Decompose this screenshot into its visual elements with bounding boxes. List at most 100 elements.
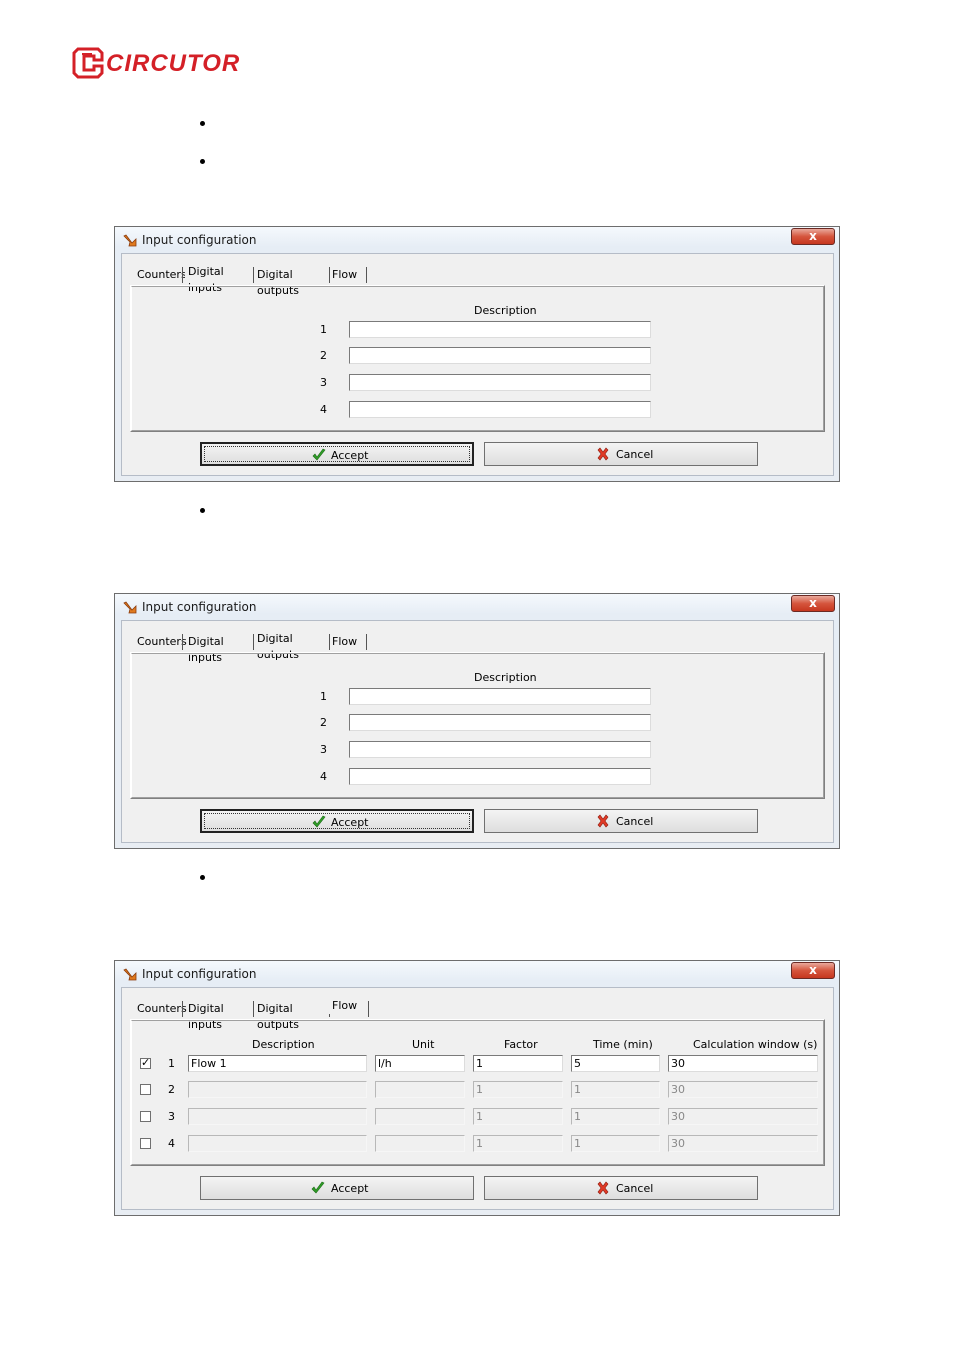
input-configuration-dialog: Input configuration x Counters Digital i… <box>114 593 840 849</box>
description-field[interactable] <box>349 401 651 418</box>
flow-factor-field[interactable]: 1 <box>473 1081 563 1098</box>
flow-unit-field[interactable] <box>375 1081 465 1098</box>
tab-digital-outputs[interactable]: Digital outputs <box>254 631 303 661</box>
flow-factor-field[interactable]: 1 <box>473 1108 563 1125</box>
flow-window-field[interactable]: 30 <box>668 1135 818 1152</box>
column-header-factor: Factor <box>504 1038 538 1051</box>
row-number: 2 <box>320 349 327 362</box>
title-bar: Input configuration x <box>115 961 839 987</box>
flow-enable-checkbox[interactable] <box>140 1138 151 1149</box>
logo-text: CIRCUTOR <box>106 50 241 77</box>
row-number: 1 <box>320 690 327 703</box>
accept-button[interactable]: Accept <box>200 1176 474 1200</box>
description-field[interactable] <box>349 374 651 391</box>
tab-separator <box>366 634 367 650</box>
tab-separator <box>368 1001 369 1017</box>
description-header: Description <box>474 671 537 684</box>
flow-factor-field[interactable]: 1 <box>473 1135 563 1152</box>
accept-label: Accept <box>331 1182 369 1195</box>
tab-separator <box>182 267 183 283</box>
dialog-body: Counters Digital inputs Digital outputs … <box>121 987 834 1210</box>
tab-panel: Description 1 2 3 4 <box>130 285 825 432</box>
window-title: Input configuration <box>142 233 257 247</box>
flow-unit-field[interactable] <box>375 1108 465 1125</box>
checkmark-icon <box>312 448 326 461</box>
close-icon: x <box>809 963 817 977</box>
cancel-label: Cancel <box>616 448 654 461</box>
tab-separator <box>182 634 183 650</box>
bullet <box>199 158 207 166</box>
description-field[interactable] <box>349 741 651 758</box>
flow-time-field[interactable]: 1 <box>571 1108 660 1125</box>
tab-digital-inputs[interactable]: Digital inputs <box>185 1001 227 1031</box>
column-header-description: Description <box>252 1038 315 1051</box>
accept-label: Accept <box>331 449 369 462</box>
tab-panel: Description 1 2 3 4 <box>130 652 825 799</box>
cancel-button[interactable]: Cancel <box>484 442 758 466</box>
accept-button[interactable]: Accept <box>200 442 474 466</box>
bullet <box>199 507 207 515</box>
row-number: 4 <box>168 1137 175 1150</box>
bullet <box>199 874 207 882</box>
flow-window-field[interactable]: 30 <box>668 1055 818 1072</box>
flow-time-field[interactable]: 5 <box>571 1055 660 1072</box>
tab-flow[interactable]: Flow <box>329 267 360 283</box>
window-title: Input configuration <box>142 600 257 614</box>
description-header: Description <box>474 304 537 317</box>
column-header-calculation-window: Calculation window (s) <box>693 1038 818 1051</box>
flow-description-field[interactable] <box>188 1135 367 1152</box>
tab-digital-outputs[interactable]: Digital outputs <box>254 267 302 297</box>
flow-enable-checkbox[interactable] <box>140 1084 151 1095</box>
checkmark-icon <box>311 1181 325 1194</box>
row-number: 4 <box>320 403 327 416</box>
tab-panel: Description Unit Factor Time (min) Calcu… <box>130 1019 825 1166</box>
description-field[interactable] <box>349 347 651 364</box>
flow-factor-field[interactable]: 1 <box>473 1055 563 1072</box>
cancel-x-icon <box>597 814 609 828</box>
flow-unit-field[interactable] <box>375 1135 465 1152</box>
flow-description-field[interactable]: Flow 1 <box>188 1055 367 1072</box>
title-bar: Input configuration x <box>115 227 839 253</box>
circutor-logo-icon <box>72 47 104 79</box>
tab-digital-outputs[interactable]: Digital outputs <box>254 1001 302 1031</box>
close-button[interactable]: x <box>791 228 835 245</box>
close-button[interactable]: x <box>791 595 835 612</box>
close-button[interactable]: x <box>791 962 835 979</box>
tab-flow[interactable]: Flow <box>329 634 360 650</box>
description-field[interactable] <box>349 688 651 705</box>
dialog-body: Counters Digital inputs Digital outputs … <box>121 253 834 476</box>
tab-flow[interactable]: Flow <box>329 998 361 1014</box>
column-header-unit: Unit <box>412 1038 435 1051</box>
row-number: 2 <box>320 716 327 729</box>
flow-description-field[interactable] <box>188 1081 367 1098</box>
flow-window-field[interactable]: 30 <box>668 1108 818 1125</box>
flow-time-field[interactable]: 1 <box>571 1135 660 1152</box>
window-title: Input configuration <box>142 967 257 981</box>
cancel-button[interactable]: Cancel <box>484 809 758 833</box>
app-icon <box>123 601 137 614</box>
cancel-x-icon <box>597 447 609 461</box>
input-configuration-dialog: Input configuration x Counters Digital i… <box>114 960 840 1216</box>
flow-enable-checkbox[interactable] <box>140 1056 151 1069</box>
tab-digital-inputs[interactable]: Digital inputs <box>185 634 227 664</box>
row-number: 1 <box>168 1057 175 1070</box>
tab-digital-inputs[interactable]: Digital inputs <box>185 264 227 294</box>
accept-button[interactable]: Accept <box>200 809 474 833</box>
flow-description-field[interactable] <box>188 1108 367 1125</box>
cancel-label: Cancel <box>616 815 654 828</box>
flow-window-field[interactable]: 30 <box>668 1081 818 1098</box>
bullet <box>199 120 207 128</box>
flow-unit-field[interactable]: l/h <box>375 1055 465 1072</box>
description-field[interactable] <box>349 321 651 338</box>
accept-label: Accept <box>331 816 369 829</box>
cancel-button[interactable]: Cancel <box>484 1176 758 1200</box>
description-field[interactable] <box>349 714 651 731</box>
row-number: 3 <box>168 1110 175 1123</box>
flow-enable-checkbox[interactable] <box>140 1111 151 1122</box>
row-number: 1 <box>320 323 327 336</box>
description-field[interactable] <box>349 768 651 785</box>
row-number: 3 <box>320 743 327 756</box>
close-icon: x <box>809 229 817 243</box>
row-number: 4 <box>320 770 327 783</box>
flow-time-field[interactable]: 1 <box>571 1081 660 1098</box>
